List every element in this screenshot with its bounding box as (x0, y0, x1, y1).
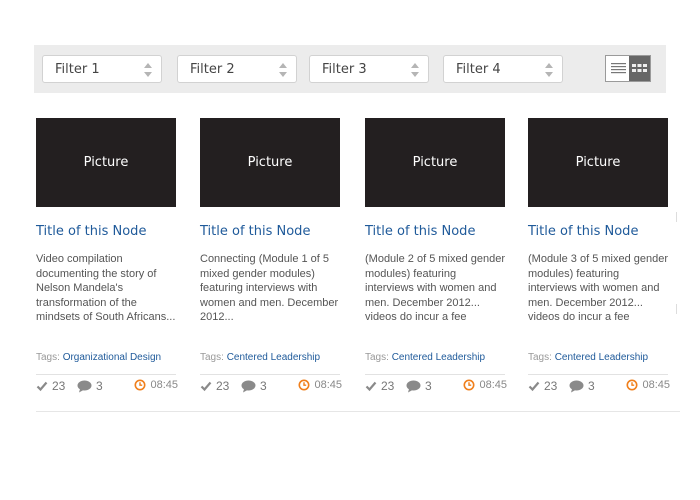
comments-stat[interactable]: 3 (569, 379, 595, 393)
spinner-arrows-icon (411, 63, 419, 77)
filter-1-select[interactable]: Filter 1 (42, 55, 162, 83)
card-divider (528, 374, 668, 375)
card-title-link[interactable]: Title of this Node (200, 224, 310, 239)
filter-4-label: Filter 4 (456, 62, 501, 77)
spinner-arrows-icon (144, 63, 152, 77)
card-description: Connecting (Module 1 of 5 mixed gender m… (200, 253, 339, 324)
picture-label: Picture (412, 155, 458, 170)
clock-icon (463, 379, 475, 391)
clock-icon (298, 379, 310, 391)
time-value: 08:45 (150, 379, 178, 391)
card-description: (Module 3 of 5 mixed gender modules) fea… (528, 253, 669, 324)
check-icon (36, 381, 48, 392)
comments-count: 3 (260, 379, 267, 393)
likes-count: 23 (216, 379, 230, 393)
grid-view-icon[interactable] (629, 56, 650, 81)
card-picture[interactable]: Picture (528, 118, 668, 207)
comment-bubble-icon (406, 380, 421, 392)
time-value: 08:45 (314, 379, 342, 391)
tags-label: Tags: (528, 352, 552, 363)
tags-label: Tags: (365, 352, 389, 363)
card-description: (Module 2 of 5 mixed gender modules) fea… (365, 253, 506, 324)
time-stat: 08:45 (463, 379, 507, 391)
tag-link[interactable]: Organizational Design (63, 352, 161, 363)
filter-2-select[interactable]: Filter 2 (177, 55, 297, 83)
time-stat: 08:45 (134, 379, 178, 391)
likes-count: 23 (381, 379, 395, 393)
card-picture[interactable]: Picture (200, 118, 340, 207)
likes-count: 23 (52, 379, 66, 393)
spinner-arrows-icon (279, 63, 287, 77)
likes-stat[interactable]: 23 (200, 379, 229, 393)
card-stats: 23 3 08:45 (365, 378, 507, 396)
filter-3-select[interactable]: Filter 3 (309, 55, 429, 83)
card-description: Video compilation documenting the story … (36, 253, 176, 324)
comments-count: 3 (425, 379, 432, 393)
view-toggle[interactable] (605, 55, 651, 82)
tag-link[interactable]: Centered Leadership (555, 352, 648, 363)
likes-stat[interactable]: 23 (365, 379, 394, 393)
filter-2-label: Filter 2 (190, 62, 235, 77)
filter-1-label: Filter 1 (55, 62, 100, 77)
comments-stat[interactable]: 3 (77, 379, 103, 393)
divider (676, 304, 677, 314)
card-stats: 23 3 08:45 (200, 378, 342, 396)
comment-bubble-icon (241, 380, 256, 392)
card-divider (365, 374, 505, 375)
card-tags: Tags: Centered Leadership (200, 352, 320, 363)
card-picture[interactable]: Picture (365, 118, 505, 207)
card-title-link[interactable]: Title of this Node (36, 224, 146, 239)
comment-bubble-icon (77, 380, 92, 392)
card-title-link[interactable]: Title of this Node (528, 224, 638, 239)
picture-label: Picture (247, 155, 293, 170)
bottom-divider (36, 411, 680, 412)
card-tags: Tags: Organizational Design (36, 352, 161, 363)
comments-count: 3 (96, 379, 103, 393)
divider (676, 212, 677, 222)
picture-label: Picture (83, 155, 129, 170)
card-stats: 23 3 08:45 (36, 378, 178, 396)
likes-count: 23 (544, 379, 558, 393)
check-icon (365, 381, 377, 392)
filter-4-select[interactable]: Filter 4 (443, 55, 563, 83)
tag-link[interactable]: Centered Leadership (227, 352, 320, 363)
tag-link[interactable]: Centered Leadership (392, 352, 485, 363)
check-icon (528, 381, 540, 392)
time-stat: 08:45 (298, 379, 342, 391)
likes-stat[interactable]: 23 (36, 379, 65, 393)
list-view-icon[interactable] (609, 59, 629, 78)
clock-icon (134, 379, 146, 391)
card-picture[interactable]: Picture (36, 118, 176, 207)
clock-icon (626, 379, 638, 391)
picture-label: Picture (575, 155, 621, 170)
likes-stat[interactable]: 23 (528, 379, 557, 393)
comments-count: 3 (588, 379, 595, 393)
card-stats: 23 3 08:45 (528, 378, 670, 396)
time-value: 08:45 (479, 379, 507, 391)
check-icon (200, 381, 212, 392)
card-divider (200, 374, 340, 375)
card-tags: Tags: Centered Leadership (365, 352, 485, 363)
comment-bubble-icon (569, 380, 584, 392)
comments-stat[interactable]: 3 (406, 379, 432, 393)
filter-3-label: Filter 3 (322, 62, 367, 77)
card-title-link[interactable]: Title of this Node (365, 224, 475, 239)
time-stat: 08:45 (626, 379, 670, 391)
time-value: 08:45 (642, 379, 670, 391)
spinner-arrows-icon (545, 63, 553, 77)
filter-bar: Filter 1 Filter 2 Filter 3 Filter 4 (34, 45, 666, 93)
tags-label: Tags: (36, 352, 60, 363)
tags-label: Tags: (200, 352, 224, 363)
card-divider (36, 374, 176, 375)
card-tags: Tags: Centered Leadership (528, 352, 648, 363)
comments-stat[interactable]: 3 (241, 379, 267, 393)
